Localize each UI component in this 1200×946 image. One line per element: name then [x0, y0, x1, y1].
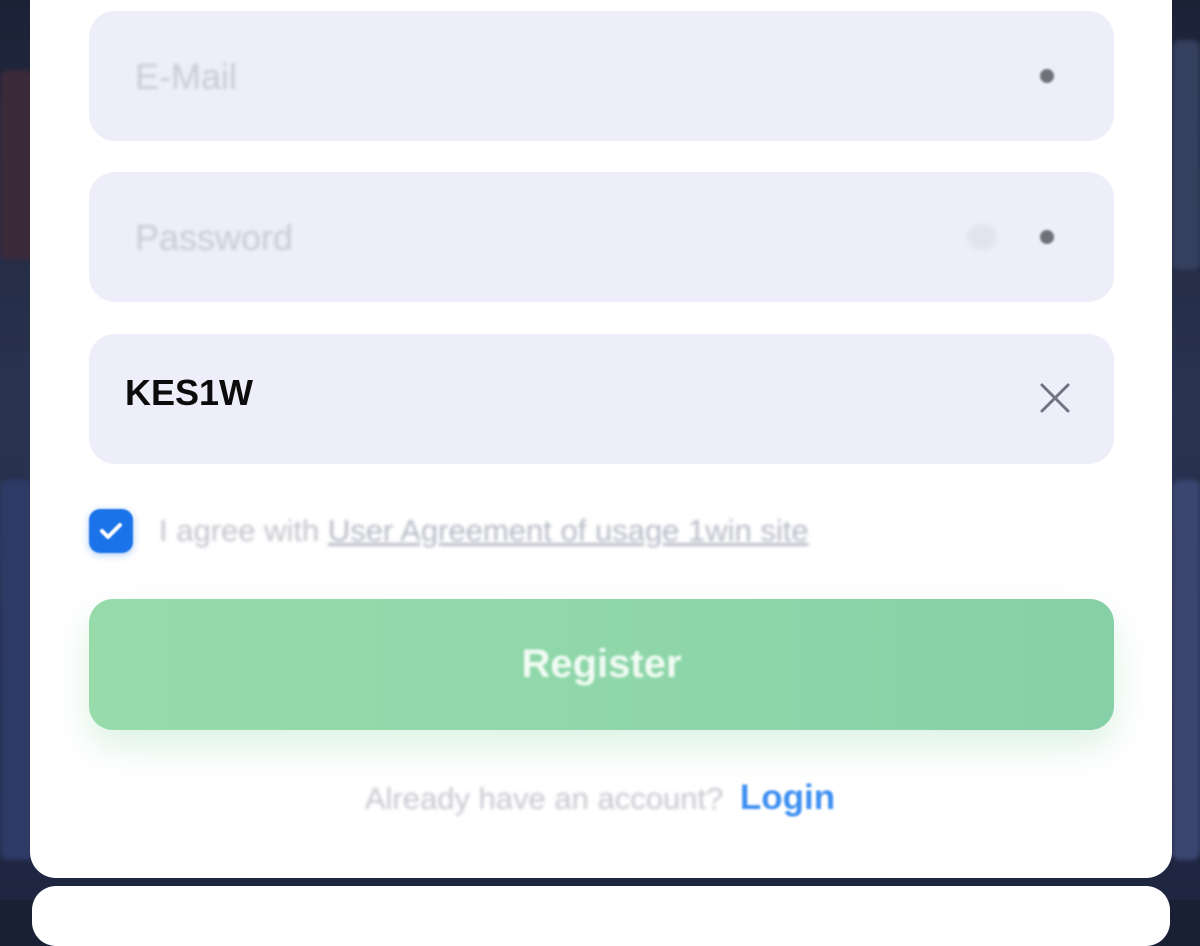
login-prompt: Already have an account?: [364, 781, 724, 816]
checkmark-icon: [100, 523, 122, 539]
background-game-tile: [1172, 40, 1200, 270]
required-dot-icon: [1040, 230, 1054, 244]
register-button-label: Register: [521, 642, 682, 686]
promo-code-field[interactable]: KES1W: [89, 334, 1114, 464]
password-input[interactable]: [133, 172, 957, 304]
background-game-tile: [0, 70, 34, 260]
agreement-text: I agree with User Agreement of usage 1wi…: [159, 513, 809, 549]
required-dot-icon: [1040, 69, 1054, 83]
password-field[interactable]: [89, 172, 1114, 304]
promo-code-value[interactable]: KES1W: [125, 372, 253, 414]
agreement-checkbox[interactable]: [89, 509, 133, 553]
agreement-row: I agree with User Agreement of usage 1wi…: [89, 506, 809, 556]
eye-icon[interactable]: [967, 224, 997, 250]
register-button[interactable]: Register: [89, 599, 1114, 730]
email-field[interactable]: [89, 11, 1114, 143]
login-row: Already have an account? Login: [0, 778, 1200, 818]
next-card: [32, 886, 1170, 946]
login-link[interactable]: Login: [740, 778, 835, 818]
email-input[interactable]: [133, 11, 957, 143]
agreement-prefix: I agree with: [159, 513, 320, 548]
user-agreement-link[interactable]: User Agreement of usage 1win site: [328, 513, 809, 548]
close-icon[interactable]: [1037, 380, 1073, 416]
